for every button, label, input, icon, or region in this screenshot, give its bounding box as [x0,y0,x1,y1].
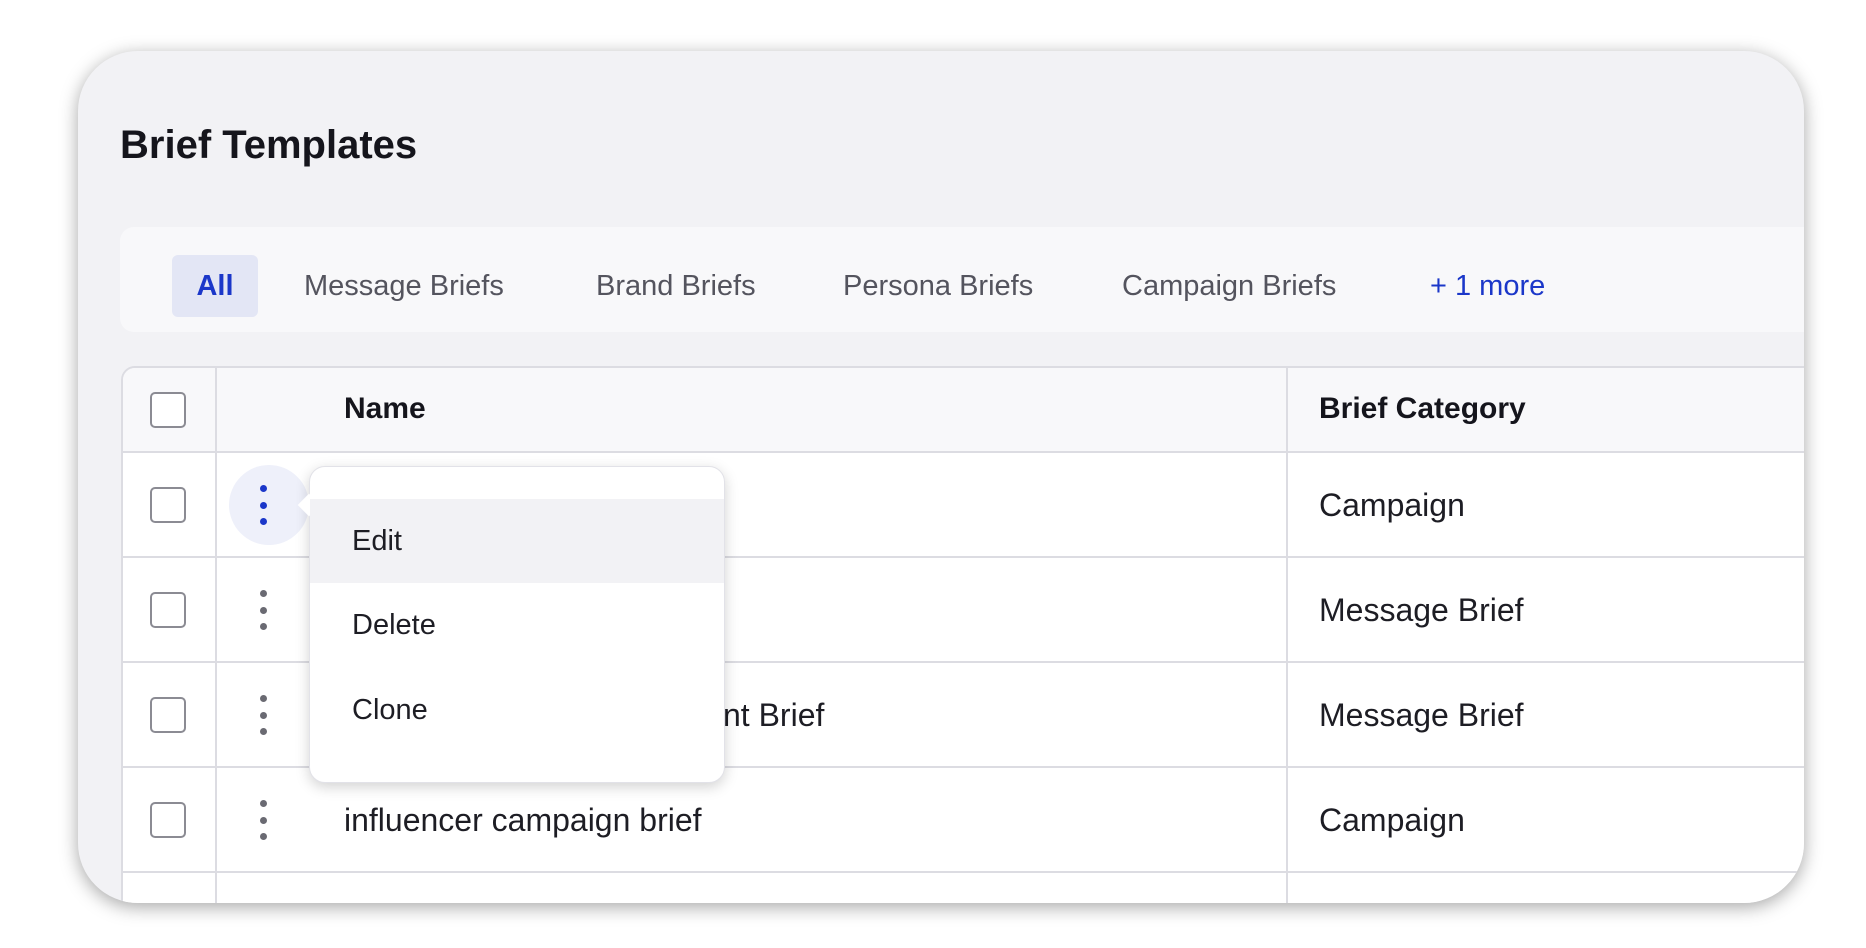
row-name: nt Brief [723,697,825,733]
row-checkbox[interactable] [150,592,186,628]
tab-brand-briefs[interactable]: Brand Briefs [596,255,756,317]
column-divider [1286,368,1288,903]
tab-message-briefs[interactable]: Message Briefs [304,255,504,317]
row-name: influencer campaign brief [344,802,702,838]
page-title: Brief Templates [120,123,418,167]
row-category: Campaign [1319,802,1465,838]
row-context-menu: Edit Delete Clone [309,466,725,783]
tab-more[interactable]: + 1 more [1430,255,1545,317]
row-category: Campaign [1319,487,1465,523]
more-options-icon[interactable] [258,695,268,735]
table-row[interactable]: influencer campaign brief Campaign [123,768,1804,873]
row-checkbox[interactable] [150,697,186,733]
tab-bar: All Message Briefs Brand Briefs Persona … [120,227,1804,332]
tab-campaign-briefs[interactable]: Campaign Briefs [1122,255,1336,317]
column-header-name[interactable]: Name [344,392,426,426]
table-header: Name Brief Category [123,368,1804,453]
column-divider [215,368,217,903]
menu-item-edit[interactable]: Edit [310,499,724,583]
tab-persona-briefs[interactable]: Persona Briefs [843,255,1033,317]
menu-item-delete[interactable]: Delete [310,583,724,667]
column-header-brief-category[interactable]: Brief Category [1319,392,1526,426]
row-checkbox[interactable] [150,487,186,523]
table-row[interactable] [123,873,1804,903]
row-checkbox[interactable] [150,802,186,838]
more-options-icon[interactable] [258,485,268,525]
tab-all[interactable]: All [172,255,258,317]
more-options-icon[interactable] [258,590,268,630]
row-category: Message Brief [1319,697,1524,733]
select-all-checkbox[interactable] [150,392,186,428]
row-category: Message Brief [1319,592,1524,628]
menu-item-clone[interactable]: Clone [310,668,724,752]
more-options-icon[interactable] [258,800,268,840]
